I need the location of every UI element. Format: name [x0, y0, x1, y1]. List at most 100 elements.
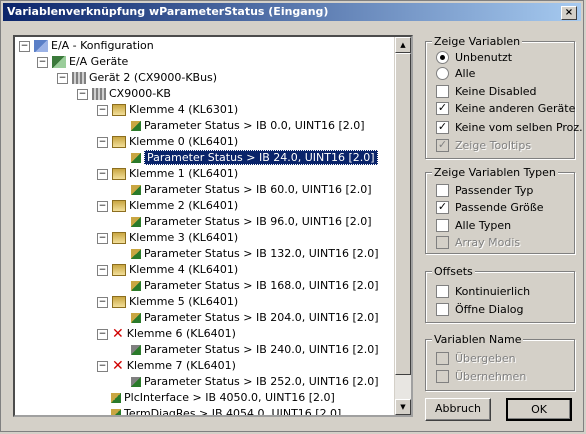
terminal-icon — [112, 136, 126, 148]
close-button[interactable]: × — [561, 6, 577, 20]
scroll-thumb[interactable] — [395, 53, 411, 375]
tree-node-klemme[interactable]: − Klemme 2 (KL6401) — [97, 198, 238, 214]
checkbox-keine-selben[interactable]: ✓ Keine vom selben Proz. — [436, 120, 583, 136]
tree-node-parameter-status[interactable]: Parameter Status > IB 204.0, UINT16 [2.0… — [131, 310, 379, 326]
checkbox-kontinuierlich[interactable]: Kontinuierlich — [436, 284, 530, 300]
tree-node-parameter-status[interactable]: Parameter Status > IB 24.0, UINT16 [2.0] — [131, 150, 378, 166]
scroll-up-button[interactable]: ▲ — [395, 37, 411, 53]
checkbox[interactable] — [436, 302, 449, 316]
window-title: Variablenverknüpfung wParameterStatus (E… — [7, 5, 329, 18]
tree-node-parameter-status[interactable]: Parameter Status > IB 60.0, UINT16 [2.0] — [131, 182, 372, 198]
checkbox-passender-typ[interactable]: Passender Typ — [436, 183, 533, 199]
variable-icon — [131, 281, 141, 291]
tree-node-klemme[interactable]: − Klemme 1 (KL6401) — [97, 166, 238, 182]
variable-icon — [131, 185, 141, 195]
tree-node-klemme[interactable]: − ✕ Klemme 6 (KL6401) — [97, 326, 236, 342]
vertical-scrollbar[interactable]: ▲ ▼ — [394, 37, 411, 415]
radio-unbenutzt[interactable]: Unbenutzt — [436, 50, 512, 66]
tree-node-parameter-status[interactable]: Parameter Status > IB 132.0, UINT16 [2.0… — [131, 246, 379, 262]
group-variablen-name: Variablen Name Übergeben Übernehmen — [425, 333, 575, 391]
collapse-icon[interactable]: − — [97, 328, 108, 340]
variable-icon — [131, 313, 141, 323]
collapse-icon[interactable]: − — [77, 88, 88, 100]
kbus-icon — [92, 88, 106, 100]
variable-icon — [131, 345, 141, 355]
terminal-icon — [112, 104, 126, 116]
checkbox: ✓ — [436, 137, 449, 152]
checkbox-uebergeben: Übergeben — [436, 351, 516, 367]
tree-node-parameter-status[interactable]: Parameter Status > IB 252.0, UINT16 [2.0… — [131, 374, 379, 390]
scroll-down-button[interactable]: ▼ — [395, 399, 411, 415]
checkbox-uebernehmen: Übernehmen — [436, 369, 526, 385]
group-title: Offsets — [432, 265, 475, 278]
checkbox — [436, 369, 449, 383]
collapse-icon[interactable]: − — [97, 200, 108, 212]
checkbox[interactable] — [436, 218, 449, 232]
group-zeige-variablen: Zeige Variablen Unbenutzt Alle Keine Dis… — [425, 35, 583, 159]
checkbox — [436, 235, 449, 249]
variable-icon — [111, 393, 121, 403]
title-bar: Variablenverknüpfung wParameterStatus (E… — [3, 3, 581, 21]
cancel-button[interactable]: Abbruch — [425, 398, 491, 421]
terminal-icon — [112, 200, 126, 212]
terminal-icon — [112, 264, 126, 276]
radio-alle[interactable]: Alle — [436, 66, 475, 82]
group-title: Zeige Variablen Typen — [432, 166, 558, 179]
tree-node-klemme[interactable]: − Klemme 5 (KL6401) — [97, 294, 238, 310]
checkbox[interactable]: ✓ — [436, 101, 449, 115]
tree-node-klemme[interactable]: − Klemme 4 (KL6301) — [97, 102, 238, 118]
collapse-icon[interactable]: − — [19, 40, 30, 52]
radio-indicator[interactable] — [436, 50, 449, 64]
collapse-icon[interactable]: − — [97, 136, 108, 148]
checkbox-passende-groesse[interactable]: ✓ Passende Größe — [436, 200, 544, 216]
group-offsets: Offsets Kontinuierlich Öffne Dialog — [425, 265, 575, 323]
checkbox-keine-disabled[interactable]: Keine Disabled — [436, 84, 537, 100]
checkbox — [436, 351, 449, 365]
checkbox-oeffne-dialog[interactable]: Öffne Dialog — [436, 302, 524, 318]
tree-node-geraet[interactable]: − Gerät 2 (CX9000-KBus) — [57, 70, 217, 86]
checkbox[interactable] — [436, 284, 449, 298]
tree-node-ea-geraete[interactable]: − E/A Geräte — [37, 54, 128, 70]
tree-node-klemme[interactable]: − Klemme 3 (KL6401) — [97, 230, 238, 246]
tree-node-parameter-status[interactable]: Parameter Status > IB 0.0, UINT16 [2.0] — [131, 118, 365, 134]
group-title: Variablen Name — [432, 333, 524, 346]
tree-node-plc-interface[interactable]: PlcInterface > IB 4050.0, UINT16 [2.0] — [111, 390, 335, 406]
tree-node-klemme[interactable]: − Klemme 0 (KL6401) — [97, 134, 238, 150]
tree-node-parameter-status[interactable]: Parameter Status > IB 96.0, UINT16 [2.0] — [131, 214, 372, 230]
tree-node-klemme[interactable]: − ✕ Klemme 7 (KL6401) — [97, 358, 236, 374]
variable-icon — [131, 249, 141, 259]
tree-node-root[interactable]: − E/A - Konfiguration — [19, 38, 154, 54]
variable-icon — [111, 409, 121, 415]
tree-node-parameter-status[interactable]: Parameter Status > IB 168.0, UINT16 [2.0… — [131, 278, 379, 294]
variable-icon — [131, 153, 141, 163]
checkbox[interactable] — [436, 183, 449, 197]
variable-tree[interactable]: − E/A - Konfiguration − E/A Geräte − Gerät … — [13, 35, 413, 417]
terminal-icon — [112, 168, 126, 180]
collapse-icon[interactable]: − — [97, 296, 108, 308]
error-x-icon: ✕ — [112, 326, 124, 342]
checkbox-keine-anderen[interactable]: ✓ Keine anderen Geräte — [436, 101, 575, 117]
checkbox-array-modis: Array Modis — [436, 235, 520, 251]
collapse-icon[interactable]: − — [97, 168, 108, 180]
tree-node-parameter-status[interactable]: Parameter Status > IB 240.0, UINT16 [2.0… — [131, 342, 379, 358]
radio-indicator[interactable] — [436, 66, 449, 80]
collapse-icon[interactable]: − — [57, 72, 68, 84]
checkbox-zeige-tooltips: ✓ Zeige Tooltips — [436, 137, 532, 152]
tree-node-kb[interactable]: − CX9000-KB — [77, 86, 171, 102]
checkbox[interactable]: ✓ — [436, 120, 449, 134]
ok-button[interactable]: OK — [506, 398, 572, 421]
group-title: Zeige Variablen — [432, 35, 523, 48]
collapse-icon[interactable]: − — [37, 56, 48, 68]
collapse-icon[interactable]: − — [97, 264, 108, 276]
collapse-icon[interactable]: − — [97, 104, 108, 116]
checkbox[interactable] — [436, 84, 449, 98]
variable-icon — [131, 377, 141, 387]
tree-node-klemme[interactable]: − Klemme 4 (KL6401) — [97, 262, 238, 278]
collapse-icon[interactable]: − — [97, 360, 108, 372]
error-x-icon: ✕ — [112, 358, 124, 374]
checkbox[interactable]: ✓ — [436, 200, 449, 214]
variable-icon — [131, 121, 141, 131]
tree-node-term-diag[interactable]: TermDiagRes > IB 4054.0, UINT16 [2.0] — [111, 406, 341, 415]
checkbox-alle-typen[interactable]: Alle Typen — [436, 218, 511, 234]
collapse-icon[interactable]: − — [97, 232, 108, 244]
